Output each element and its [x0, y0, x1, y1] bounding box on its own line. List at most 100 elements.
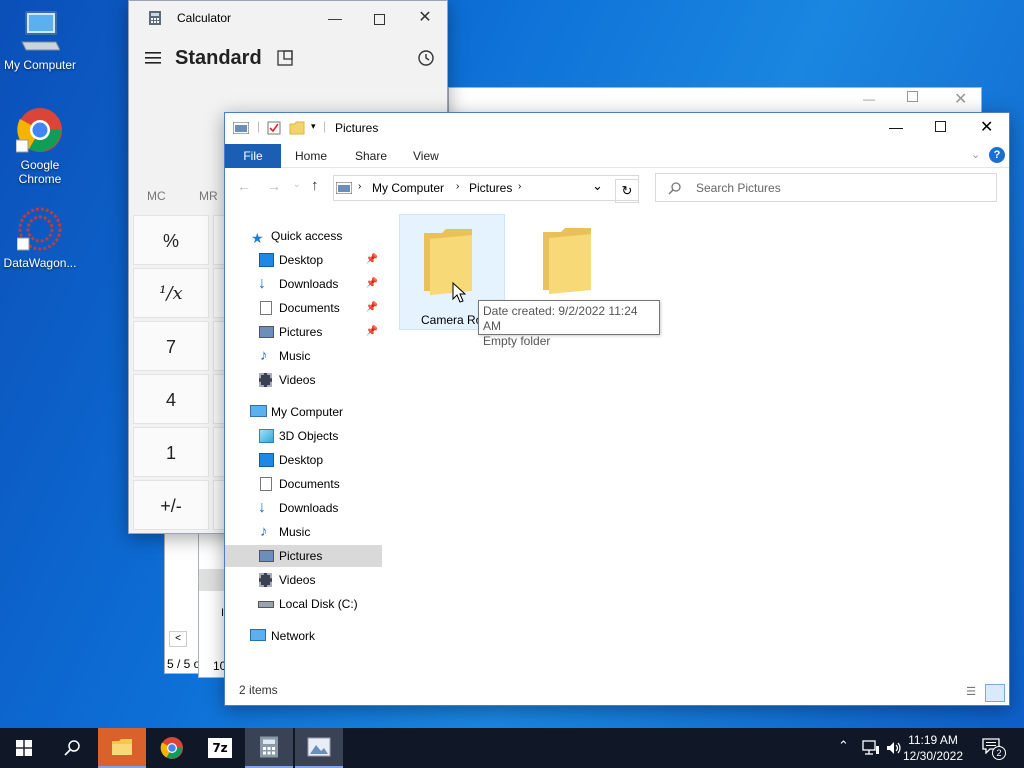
- action-center-button[interactable]: 2: [980, 736, 1008, 760]
- music-note-icon: ♪: [260, 347, 268, 364]
- nav-pictures-selected[interactable]: Pictures: [225, 545, 382, 567]
- digit-7-key[interactable]: 7: [133, 321, 209, 371]
- reciprocal-key[interactable]: ¹/x: [133, 268, 209, 318]
- start-button[interactable]: [0, 728, 48, 768]
- quick-access-dropdown-icon[interactable]: ▾: [311, 121, 316, 132]
- history-icon[interactable]: [417, 49, 435, 67]
- search-button[interactable]: [48, 728, 96, 768]
- nav-quick-access[interactable]: ★ Quick access: [225, 225, 382, 247]
- taskbar: 7z ⌃ 11:19 AM 12/30/2022 2: [0, 728, 1024, 768]
- file-explorer-window[interactable]: | ▾ | Pictures — ✕ File Home Share View …: [224, 112, 1010, 706]
- details-view-icon[interactable]: ☰: [963, 685, 979, 699]
- background-window-2[interactable]: I 10: [198, 532, 227, 678]
- new-folder-icon[interactable]: [289, 120, 305, 136]
- explorer-titlebar[interactable]: | ▾ | Pictures — ✕: [225, 113, 1009, 143]
- digit-4-key[interactable]: 4: [133, 374, 209, 424]
- computer-icon: [250, 405, 267, 417]
- ribbon-expand-icon[interactable]: ⌄: [971, 148, 980, 161]
- maximize-button[interactable]: [935, 121, 946, 132]
- nav-quick-documents[interactable]: Documents 📌: [225, 297, 382, 319]
- search-box[interactable]: Search Pictures: [655, 173, 997, 202]
- windows-logo-icon: [16, 740, 32, 756]
- taskbar-file-explorer[interactable]: [98, 728, 146, 768]
- background-scroll-left[interactable]: <: [169, 631, 187, 647]
- tab-share[interactable]: Share: [355, 144, 387, 168]
- hamburger-menu-icon[interactable]: [145, 51, 161, 65]
- pin-icon[interactable]: 📌: [366, 297, 378, 319]
- file-list[interactable]: Camera Ro: [385, 208, 1005, 678]
- breadcrumb-my-computer[interactable]: My Computer: [372, 181, 444, 195]
- nav-quick-downloads[interactable]: ↓ Downloads 📌: [225, 273, 382, 295]
- search-input[interactable]: Search Pictures: [696, 181, 781, 195]
- taskbar-chrome[interactable]: [148, 728, 196, 768]
- help-icon[interactable]: ?: [989, 147, 1005, 163]
- calculator-titlebar[interactable]: Calculator — ✕: [129, 1, 447, 35]
- minimize-button[interactable]: —: [889, 119, 903, 135]
- pin-icon[interactable]: 📌: [366, 321, 378, 343]
- memory-clear-button[interactable]: MC: [147, 189, 166, 203]
- recent-locations-icon[interactable]: ⌄: [293, 179, 301, 190]
- up-arrow-icon[interactable]: ↑: [311, 177, 319, 194]
- network-icon: [250, 629, 266, 641]
- tab-home[interactable]: Home: [295, 144, 327, 168]
- nav-quick-videos[interactable]: Videos: [225, 369, 382, 391]
- maximize-icon[interactable]: [907, 91, 918, 102]
- tab-file[interactable]: File: [225, 144, 281, 168]
- title-separator: |: [257, 119, 261, 133]
- nav-network[interactable]: Network: [225, 625, 382, 647]
- memory-recall-button[interactable]: MR: [199, 189, 218, 203]
- calculator-icon: [260, 736, 278, 758]
- address-bar[interactable]: › My Computer › Pictures › ⌄: [333, 175, 639, 201]
- background-window-top[interactable]: — ✕: [448, 87, 982, 113]
- nav-music[interactable]: ♪ Music: [225, 521, 382, 543]
- network-status-icon[interactable]: [862, 740, 880, 756]
- desktop-icon-google-chrome[interactable]: Google Chrome: [0, 106, 80, 186]
- clock[interactable]: 11:19 AM 12/30/2022: [898, 732, 968, 764]
- breadcrumb-pictures[interactable]: Pictures: [469, 181, 512, 195]
- nav-my-computer[interactable]: My Computer: [225, 401, 382, 423]
- breadcrumb-separator: ›: [456, 181, 460, 192]
- digit-1-key[interactable]: 1: [133, 427, 209, 477]
- maximize-button[interactable]: [367, 7, 391, 29]
- nav-downloads[interactable]: ↓ Downloads: [225, 497, 382, 519]
- pin-icon[interactable]: 📌: [366, 249, 378, 271]
- refresh-icon[interactable]: ↻: [615, 179, 639, 203]
- navigation-pane: ★ Quick access Desktop 📌 ↓ Downloads 📌 D…: [225, 225, 382, 685]
- taskbar-7zip[interactable]: 7z: [196, 728, 244, 768]
- calculator-title: Calculator: [177, 11, 232, 25]
- percent-key[interactable]: %: [133, 215, 209, 265]
- close-button[interactable]: ✕: [980, 117, 993, 137]
- tab-view[interactable]: View: [413, 144, 439, 168]
- nav-quick-desktop[interactable]: Desktop 📌: [225, 249, 382, 271]
- status-bar-item-count: 2 items: [239, 683, 278, 697]
- close-icon[interactable]: ✕: [954, 89, 967, 109]
- nav-local-disk[interactable]: Local Disk (C:): [225, 593, 382, 615]
- nav-quick-pictures[interactable]: Pictures 📌: [225, 321, 382, 343]
- nav-quick-music[interactable]: ♪ Music: [225, 345, 382, 367]
- music-note-icon: ♪: [260, 523, 268, 540]
- large-icons-view-icon[interactable]: [985, 684, 1005, 702]
- desktop-icon-datawagon[interactable]: DataWagon...: [0, 206, 80, 270]
- forward-arrow-icon[interactable]: →: [267, 178, 281, 194]
- pin-icon[interactable]: 📌: [366, 273, 378, 295]
- back-arrow-icon[interactable]: ←: [237, 178, 251, 194]
- desktop-icon-my-computer[interactable]: My Computer: [0, 10, 80, 72]
- minimize-icon[interactable]: —: [863, 92, 875, 106]
- title-separator: |: [323, 119, 327, 133]
- minimize-button[interactable]: —: [323, 7, 347, 29]
- nav-videos[interactable]: Videos: [225, 569, 382, 591]
- taskbar-image-viewer[interactable]: [295, 728, 343, 768]
- nav-3d-objects[interactable]: 3D Objects: [225, 425, 382, 447]
- nav-documents[interactable]: Documents: [225, 473, 382, 495]
- address-dropdown-icon[interactable]: ⌄: [592, 178, 603, 194]
- close-button[interactable]: ✕: [413, 7, 437, 29]
- negate-key[interactable]: +/-: [133, 480, 209, 530]
- keep-on-top-icon[interactable]: [277, 50, 293, 66]
- 7zip-icon: 7z: [208, 738, 232, 758]
- datawagon-icon: [17, 207, 62, 251]
- star-icon: ★: [251, 230, 264, 246]
- taskbar-calculator[interactable]: [245, 728, 293, 768]
- show-hidden-icons-icon[interactable]: ⌃: [838, 738, 849, 754]
- nav-desktop[interactable]: Desktop: [225, 449, 382, 471]
- properties-icon[interactable]: [267, 121, 281, 135]
